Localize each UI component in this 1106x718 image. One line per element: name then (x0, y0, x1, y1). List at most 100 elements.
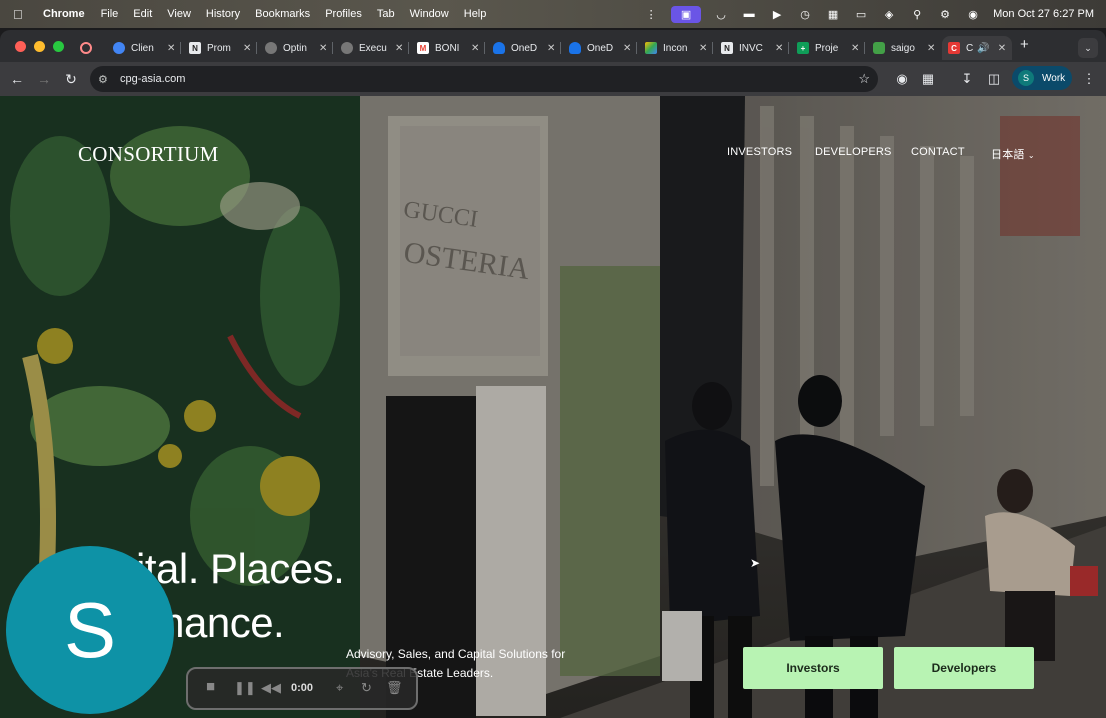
recorder-avatar[interactable]: S (6, 546, 174, 714)
nav-language[interactable]: 日本語 ⌄ (991, 146, 1035, 162)
menu-app-name[interactable]: Chrome (43, 8, 85, 20)
tab-close-icon[interactable]: ✕ (775, 43, 783, 54)
screen-recorder-status-icon[interactable]: ▣ (671, 5, 702, 23)
tab-label: Incon (663, 42, 688, 54)
time-machine-status-icon[interactable]: ◷ (797, 8, 813, 21)
arc-status-icon[interactable]: ◡ (713, 8, 729, 21)
site-info-icon[interactable]: ⚙ (98, 73, 112, 86)
battery-status-icon[interactable]: ▭ (853, 8, 869, 21)
recording-timer: 0:00 (291, 682, 314, 694)
hexagon-icon (873, 42, 885, 54)
tab-label: Execu (359, 42, 387, 54)
forward-button[interactable]: → (36, 71, 52, 87)
grid-icon[interactable]: ⌖ (336, 680, 343, 696)
tab-close-icon[interactable]: ✕ (243, 43, 251, 54)
stop-icon[interactable]: ■ (206, 678, 215, 695)
url-text[interactable]: cpg-asia.com (120, 73, 185, 85)
menu-profiles[interactable]: Profiles (325, 8, 362, 20)
nav-developers[interactable]: DEVELOPERS (815, 146, 892, 158)
browser-toolbar: ← → ↻ ⚙ cpg-asia.com ☆ ◉ ▦ ↧ ◫ S Work ⋮ (0, 62, 1106, 96)
tab-item[interactable]: Execu ✕ (341, 36, 403, 60)
close-window-button[interactable] (15, 41, 26, 52)
tab-close-icon[interactable]: ✕ (998, 43, 1006, 54)
tab-item[interactable]: N Prom ✕ (189, 36, 251, 60)
nav-contact[interactable]: CONTACT (911, 146, 965, 158)
menu-edit[interactable]: Edit (133, 8, 152, 20)
rewind-icon[interactable]: ◀◀ (261, 680, 281, 696)
tab-close-icon[interactable]: ✕ (699, 43, 707, 54)
apple-menu-icon[interactable]:  (13, 7, 29, 22)
bookmark-star-icon[interactable]: ☆ (858, 71, 870, 87)
menu-window[interactable]: Window (410, 8, 449, 20)
menu-file[interactable]: File (101, 8, 119, 20)
tab-separator (408, 42, 409, 54)
tab-active[interactable]: C C 🔊 ✕ (942, 36, 1013, 60)
siri-icon[interactable]: ◉ (965, 8, 981, 21)
menu-history[interactable]: History (206, 8, 240, 20)
trash-icon[interactable]: 🗑 (386, 680, 403, 696)
tab-close-icon[interactable]: ✕ (167, 43, 175, 54)
nav-investors[interactable]: INVESTORS (727, 146, 792, 158)
reload-button[interactable]: ↻ (63, 71, 79, 88)
tab-close-icon[interactable]: ✕ (319, 43, 327, 54)
tab-item[interactable]: OneD ✕ (493, 36, 555, 60)
tab-record-indicator[interactable] (80, 36, 98, 60)
tab-close-icon[interactable]: ✕ (547, 43, 555, 54)
openai-icon (265, 42, 277, 54)
site-logo[interactable]: CONSORTIUM (78, 142, 219, 167)
tab-close-icon[interactable]: ✕ (851, 43, 859, 54)
tab-item[interactable]: Optin ✕ (265, 36, 327, 60)
menu-tab[interactable]: Tab (377, 8, 395, 20)
profile-avatar: S (1018, 70, 1034, 86)
search-status-icon[interactable]: ⚲ (909, 8, 925, 21)
zoom-window-button[interactable] (53, 41, 64, 52)
tab-label: Proje (815, 42, 839, 54)
menu-help[interactable]: Help (464, 8, 487, 20)
tab-separator (484, 42, 485, 54)
tab-item[interactable]: N INVC ✕ (721, 36, 783, 60)
onedrive-icon (569, 42, 581, 54)
audio-playing-icon[interactable]: 🔊 (977, 43, 989, 54)
tab-item[interactable]: Incon ✕ (645, 36, 707, 60)
extensions-puzzle-icon[interactable]: ▦ (919, 71, 937, 87)
developers-button[interactable]: Developers (894, 647, 1034, 689)
mouse-cursor-icon: ➤ (750, 556, 761, 570)
wifi-status-icon[interactable]: ◈ (881, 8, 897, 21)
side-panel-icon[interactable]: ◫ (985, 71, 1003, 87)
minimize-window-button[interactable] (34, 41, 45, 52)
tab-close-icon[interactable]: ✕ (927, 43, 935, 54)
downloads-icon[interactable]: ↧ (958, 71, 976, 87)
extension-icon[interactable]: ◉ (893, 71, 911, 87)
calendar-status-icon[interactable]: ▦ (825, 8, 841, 21)
profile-chip[interactable]: S Work (1012, 66, 1072, 90)
back-button[interactable]: ← (9, 71, 25, 87)
record-dot-icon (80, 42, 92, 54)
menu-view[interactable]: View (167, 8, 191, 20)
onedrive-icon (493, 42, 505, 54)
control-center-icon[interactable]: ⚙ (937, 8, 953, 21)
tab-item[interactable]: + Proje ✕ (797, 36, 859, 60)
pause-icon[interactable]: ❚❚ (234, 680, 256, 696)
tab-item[interactable]: OneD ✕ (569, 36, 631, 60)
tab-close-icon[interactable]: ✕ (395, 43, 403, 54)
tab-favicon-icon (113, 42, 125, 54)
tab-close-icon[interactable]: ✕ (623, 43, 631, 54)
menu-bar-clock[interactable]: Mon Oct 27 6:27 PM (993, 8, 1094, 20)
sheets-icon: + (797, 42, 809, 54)
google-drive-icon (645, 42, 657, 54)
new-tab-button[interactable]: + (1020, 36, 1029, 53)
car-status-icon[interactable]: ▬ (741, 8, 757, 20)
menu-bookmarks[interactable]: Bookmarks (255, 8, 310, 20)
tab-close-icon[interactable]: ✕ (471, 43, 479, 54)
tab-search-button[interactable]: ⌄ (1078, 38, 1098, 58)
investors-button[interactable]: Investors (743, 647, 883, 689)
play-status-icon[interactable]: ▶ (769, 8, 785, 21)
tab-item[interactable]: Clien ✕ (113, 36, 175, 60)
chrome-menu-icon[interactable]: ⋮ (1080, 71, 1098, 87)
hero-subtitle-line1: Advisory, Sales, and Capital Solutions f… (346, 647, 566, 661)
tab-item[interactable]: saigo ✕ (873, 36, 935, 60)
tab-item[interactable]: M BONI ✕ (417, 36, 479, 60)
address-bar[interactable]: ⚙ cpg-asia.com ☆ (90, 66, 878, 92)
dropbox-status-icon[interactable]: ⋮ (643, 8, 659, 21)
restart-icon[interactable]: ↻ (361, 680, 372, 696)
